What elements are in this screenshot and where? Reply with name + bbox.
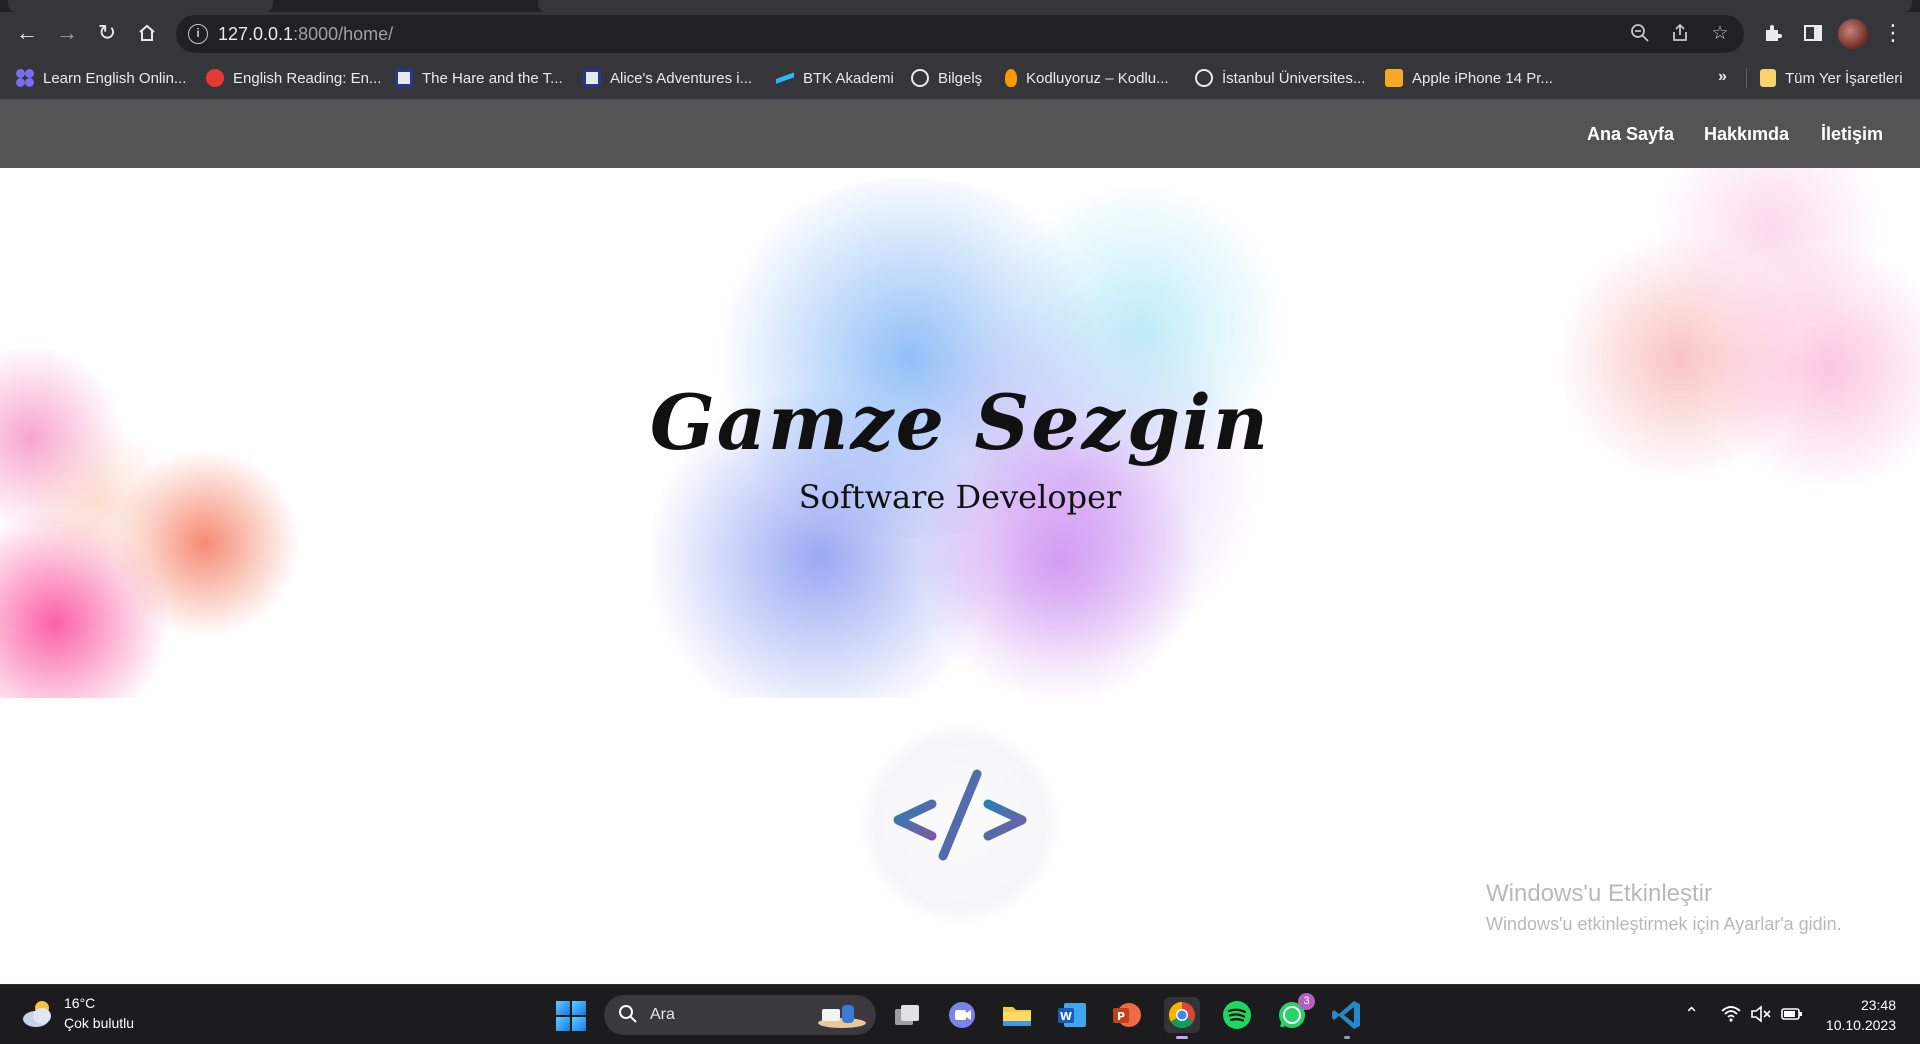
- bookmark-item[interactable]: BTK Akademi: [776, 67, 894, 89]
- profile-avatar[interactable]: [1838, 19, 1868, 49]
- notification-badge: 3: [1298, 993, 1315, 1010]
- tab-strip: [0, 0, 1920, 12]
- word-icon[interactable]: W: [1054, 997, 1090, 1033]
- all-bookmarks-button[interactable]: Tüm Yer İşaretleri: [1760, 67, 1903, 89]
- nav-link-about[interactable]: Hakkımda: [1704, 124, 1789, 145]
- globe-icon: [1195, 69, 1213, 87]
- activation-watermark-subtitle: Windows'u etkinleştirmek için Ayarlar'a …: [1486, 914, 1842, 934]
- show-hidden-icons-chevron-icon[interactable]: ⌃: [1684, 1003, 1699, 1025]
- code-tag-icon: [893, 769, 1027, 861]
- hero-name: Gamze Sezgin: [649, 378, 1271, 467]
- address-url[interactable]: 127.0.0.1:8000/home/: [218, 24, 393, 45]
- bookmark-item[interactable]: English Reading: En...: [206, 67, 381, 89]
- bookmark-item[interactable]: Apple iPhone 14 Pr...: [1385, 67, 1553, 89]
- bookmark-item[interactable]: The Hare and the T...: [395, 67, 563, 89]
- address-bar[interactable]: i 127.0.0.1:8000/home/ ☆: [176, 15, 1744, 53]
- bookmark-label: The Hare and the T...: [422, 69, 563, 87]
- clock-time: 23:48: [1860, 997, 1896, 1013]
- share-icon[interactable]: [1668, 23, 1692, 45]
- search-icon: [618, 1004, 640, 1026]
- rocket-icon: [1005, 69, 1017, 87]
- bookmark-label: English Reading: En...: [233, 69, 382, 87]
- browser-tab[interactable]: [8, 0, 273, 12]
- task-view-icon[interactable]: [889, 997, 925, 1033]
- screen: ← → ↻ i 127.0.0.1:8000/home/ ☆ ⋮ Learn E…: [0, 0, 1920, 1044]
- all-bookmarks-label: Tüm Yer İşaretleri: [1785, 69, 1903, 87]
- activation-watermark-title: Windows'u Etkinleştir: [1486, 880, 1712, 907]
- speaker-muted-icon[interactable]: [1750, 1003, 1772, 1030]
- nav-link-home[interactable]: Ana Sayfa: [1587, 124, 1674, 145]
- extensions-icon[interactable]: [1756, 16, 1790, 50]
- hero-role: Software Developer: [798, 478, 1122, 516]
- spotify-icon[interactable]: [1219, 997, 1255, 1033]
- globe-icon: [911, 69, 929, 87]
- bookmark-label: Bilgelş: [938, 69, 983, 87]
- running-app-indicator: [1344, 1036, 1350, 1039]
- active-app-indicator: [1176, 1036, 1188, 1039]
- weather-cloudy-icon[interactable]: [20, 997, 56, 1031]
- btk-icon: [776, 69, 794, 87]
- bookmarks-overflow-button[interactable]: »: [1718, 68, 1727, 86]
- bookmark-item[interactable]: Bilgelş: [911, 67, 982, 89]
- store-icon: [1385, 69, 1403, 87]
- weather-condition[interactable]: Çok bulutlu: [64, 1015, 134, 1031]
- weather-temperature[interactable]: 16°C: [64, 995, 95, 1011]
- wifi-icon[interactable]: [1720, 1003, 1742, 1030]
- bookmarks-bar: Learn English Onlin... English Reading: …: [0, 56, 1920, 100]
- bookmark-item[interactable]: Learn English Onlin...: [16, 67, 186, 89]
- nav-link-contact[interactable]: İletişim: [1821, 124, 1883, 145]
- file-explorer-icon[interactable]: [999, 997, 1035, 1033]
- hero-banner: Gamze Sezgin Software Developer: [0, 168, 1920, 698]
- book-icon: [583, 69, 601, 87]
- system-clock[interactable]: 23:48 10.10.2023: [1826, 995, 1896, 1035]
- bookmark-label: Alice's Adventures i...: [610, 69, 753, 87]
- book-icon: [395, 69, 413, 87]
- menu-kebab-icon[interactable]: ⋮: [1876, 16, 1910, 50]
- chrome-icon[interactable]: [1164, 997, 1200, 1039]
- folder-icon: [1760, 69, 1776, 87]
- browser-tab-active[interactable]: [538, 0, 1912, 12]
- search-highlight-illustration: [812, 1001, 868, 1029]
- home-icon[interactable]: [130, 16, 164, 50]
- bookmark-star-icon[interactable]: ☆: [1708, 23, 1732, 45]
- zoom-icon[interactable]: [1628, 23, 1652, 45]
- whatsapp-icon[interactable]: 3: [1274, 993, 1315, 1033]
- windows-taskbar: 16°C Çok bulutlu Ara W P 3 ⌃ 23:48 10.10…: [0, 984, 1920, 1044]
- bookmarks-divider: [1746, 68, 1747, 88]
- svg-text:P: P: [1117, 1010, 1125, 1023]
- taskbar-search[interactable]: Ara: [604, 995, 876, 1035]
- clock-date: 10.10.2023: [1825, 1017, 1896, 1033]
- battery-icon[interactable]: [1780, 1003, 1804, 1030]
- browser-toolbar: ← → ↻ i 127.0.0.1:8000/home/ ☆ ⋮: [0, 12, 1920, 56]
- back-icon[interactable]: ←: [10, 16, 44, 50]
- reload-icon[interactable]: ↻: [90, 16, 124, 50]
- site-navbar: Ana Sayfa Hakkımda İletişim: [0, 100, 1920, 168]
- chat-bubble-icon: [206, 69, 224, 87]
- powerpoint-icon[interactable]: P: [1109, 997, 1145, 1033]
- bookmark-label: Learn English Onlin...: [43, 69, 187, 87]
- forward-icon[interactable]: →: [50, 16, 84, 50]
- bookmark-label: Kodluyoruz – Kodlu...: [1026, 69, 1169, 87]
- teams-chat-icon[interactable]: [944, 997, 980, 1033]
- svg-text:W: W: [1060, 1010, 1072, 1023]
- windows-start-icon[interactable]: [556, 1001, 586, 1031]
- side-panel-icon[interactable]: [1796, 16, 1830, 50]
- bookmark-label: BTK Akademi: [803, 69, 894, 87]
- bookmark-label: İstanbul Üniversites...: [1222, 69, 1366, 87]
- site-info-icon[interactable]: i: [188, 24, 208, 44]
- grid-dots-icon: [16, 69, 34, 87]
- code-tag-logo: [860, 724, 1060, 924]
- bookmark-item[interactable]: Kodluyoruz – Kodlu...: [1005, 67, 1169, 89]
- bookmark-label: Apple iPhone 14 Pr...: [1412, 69, 1553, 87]
- search-placeholder: Ara: [650, 1006, 675, 1023]
- bookmark-item[interactable]: Alice's Adventures i...: [583, 67, 752, 89]
- bookmark-item[interactable]: İstanbul Üniversites...: [1195, 67, 1365, 89]
- vscode-icon[interactable]: [1329, 997, 1365, 1039]
